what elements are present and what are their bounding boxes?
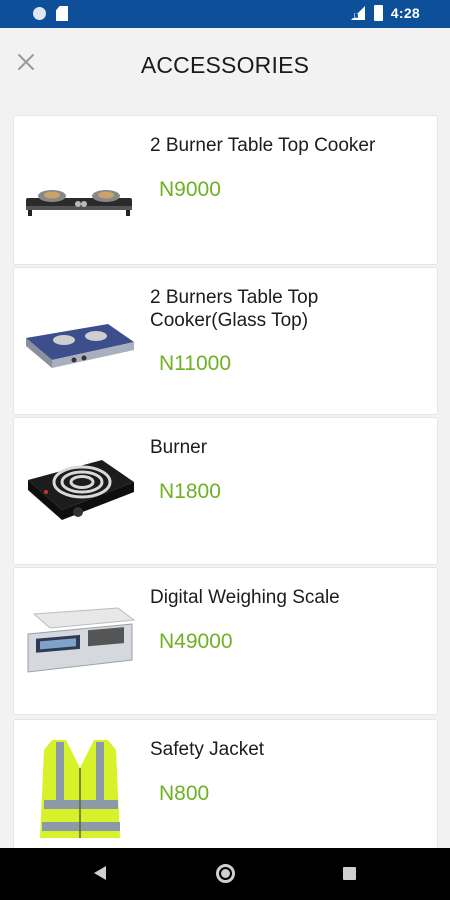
- product-card[interactable]: Safety Jacket N800: [13, 719, 438, 849]
- system-nav-bar: [0, 848, 450, 900]
- product-name: 2 Burner Table Top Cooker: [150, 135, 376, 156]
- product-price: N11000: [159, 352, 232, 375]
- product-price: N1800: [159, 480, 221, 503]
- product-card[interactable]: Digital Weighing Scale N49000: [13, 567, 438, 715]
- notification-dot-icon: [33, 7, 46, 20]
- product-card[interactable]: 2 Burner Table Top Cooker N9000: [13, 115, 438, 265]
- product-name: Digital Weighing Scale: [150, 587, 340, 608]
- page-title: ACCESSORIES: [140, 52, 310, 78]
- status-time: 4:28: [390, 5, 420, 21]
- product-price: N9000: [159, 178, 221, 201]
- product-price: N800: [159, 782, 210, 805]
- product-name: Safety Jacket: [150, 739, 265, 760]
- signal-icon: LTE: [350, 6, 365, 20]
- electric-burner-image: [28, 460, 134, 520]
- product-name: 2 Burners Table Top Cooker(Glass Top): [150, 287, 319, 331]
- home-icon[interactable]: [216, 864, 235, 883]
- status-bar: LTE 4:28: [0, 0, 450, 28]
- product-name: Burner: [150, 437, 208, 458]
- safety-jacket-image: [40, 740, 120, 838]
- product-card[interactable]: Burner N1800: [13, 417, 438, 565]
- product-price: N49000: [159, 630, 233, 653]
- gas-cooker-image: [26, 190, 132, 216]
- back-icon[interactable]: [94, 866, 106, 880]
- weighing-scale-image: [27, 607, 136, 673]
- product-card[interactable]: 2 Burners Table Top Cooker(Glass Top) N1…: [13, 267, 438, 415]
- recents-icon[interactable]: [343, 867, 356, 880]
- battery-icon: [373, 5, 383, 21]
- app-header: ACCESSORIES: [0, 28, 450, 104]
- svg-text:LTE: LTE: [353, 14, 364, 20]
- glass-top-cooker-image: [26, 324, 134, 368]
- sd-card-icon: [56, 6, 68, 21]
